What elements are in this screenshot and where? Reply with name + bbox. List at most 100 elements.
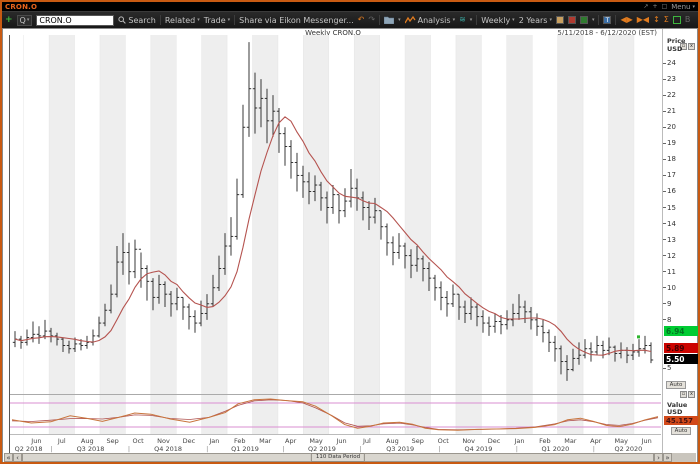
month-label: Oct [433,437,453,445]
chevron-down-icon[interactable]: ▾ [470,17,473,23]
search-label: Search [128,16,155,25]
chevron-down-icon: ▾ [549,17,552,23]
divider [379,15,380,25]
popout-icon[interactable]: ↗ [644,4,649,10]
quarter-separator: | [515,445,519,453]
chevron-down-icon: ▾ [512,17,515,23]
quarter-label: Q4 2019 [456,445,500,453]
quarter-separator: | [49,445,53,453]
price-axis-currency: USD [667,45,682,53]
plot-left-border [9,35,10,453]
current-price-dot [637,335,640,338]
quote-dropdown[interactable]: Q ▾ [17,15,33,26]
chart-style-icon[interactable] [568,16,576,24]
quarter-separator: | [127,445,131,453]
price-tick: 21 [663,107,676,115]
restore-icon[interactable]: ▫ [680,391,687,398]
redo-icon[interactable]: ↷ [368,16,375,24]
value-badge: 45.157 [664,416,698,425]
range-dropdown[interactable]: 2 Years ▾ [519,16,552,25]
interval-dropdown[interactable]: Weekly ▾ [481,16,514,25]
selection-icon[interactable] [673,16,681,24]
sum-icon[interactable]: Σ [664,16,669,24]
quarter-label: Q4 2018 [146,445,190,453]
chart-area: Weekly CRON.O 5/11/2018 - 6/12/2020 (EST… [2,28,698,464]
month-label: Feb [535,437,555,445]
month-label: Jan [510,437,530,445]
scroll-far-right-button[interactable]: » [663,453,672,462]
close-icon[interactable]: x [688,391,695,398]
window-title: CRON.O [5,3,37,11]
chevron-down-icon: ▾ [27,17,30,23]
add-symbol-icon[interactable]: + [5,15,13,25]
month-label: Apr [281,437,301,445]
price-tick: 19 [663,139,676,147]
month-label: Jun [332,437,352,445]
quarter-separator: | [437,445,441,453]
scroll-right-button[interactable]: › [654,453,663,462]
add-window-icon[interactable]: + [653,4,658,10]
price-tick: 18 [663,155,676,163]
value-axis-auto-button[interactable]: Auto [671,427,691,435]
price-and-indicator-plot[interactable] [9,35,661,435]
chevron-down-icon: ▾ [197,17,200,23]
price-tick: 15 [663,204,676,212]
overlays-icon[interactable]: ≋ [459,16,466,24]
price-badge-high: 6.94 [664,326,698,336]
range-label: 2 Years [519,16,548,25]
folder-icon[interactable] [384,16,394,24]
analysis-zigzag-icon [405,16,416,24]
quarter-label: Q2 2019 [300,445,344,453]
undo-icon[interactable]: ↶ [358,16,365,24]
eikon-chart-window: CRON.O ↗ + □ Menu ▾ + Q ▾ Search Rela [0,0,700,464]
month-label: Jun [26,437,46,445]
price-tick: 22 [663,91,676,99]
price-tick: 14 [663,220,676,228]
price-axis-auto-button[interactable]: Auto [666,381,686,389]
expand-horizontal-icon[interactable]: ◀▶ [620,16,632,24]
price-tick: 16 [663,187,676,195]
quote-label: Q [20,16,26,25]
price-tick: 12 [663,252,676,260]
price-badge-ma: 5.89 [664,343,698,353]
expand-vertical-icon[interactable]: ↕ [653,16,660,24]
analysis-button[interactable]: Analysis ▾ [405,16,455,25]
price-tick: 9 [663,300,671,308]
price-tick: 24 [663,59,676,67]
analysis-label: Analysis [418,16,451,25]
menu-button[interactable]: Menu ▾ [671,3,695,11]
quarter-separator: | [358,445,362,453]
window-icon[interactable]: □ [662,4,668,10]
calendar-icon[interactable] [556,16,564,24]
pane-controls-value: ▫ x [680,391,695,398]
scroll-far-left-button[interactable]: « [4,453,13,462]
trade-label: Trade [204,16,226,25]
chevron-down-icon[interactable]: ▾ [398,17,401,23]
close-icon[interactable]: x [688,43,695,50]
search-button[interactable]: Search [118,16,155,25]
trade-button[interactable]: Trade ▾ [204,16,230,25]
month-label: May [611,437,631,445]
scroll-left-button[interactable]: ‹ [13,453,22,462]
price-badge-last: 5.50 [664,354,698,364]
month-label: Mar [560,437,580,445]
chevron-down-icon[interactable]: ▾ [592,17,595,23]
compress-horizontal-icon[interactable]: ▶◀ [637,16,649,24]
scrollbar-corner [672,453,696,462]
add-series-icon[interactable] [580,16,588,24]
share-button[interactable]: Share via Eikon Messenger... [239,16,354,25]
related-button[interactable]: Related ▾ [165,16,200,25]
month-label: Jan [204,437,224,445]
month-label: Sep [408,437,428,445]
time-scrollbar[interactable]: « ‹ 110 Data Period › » [4,453,696,462]
price-tick: 5 [663,364,671,372]
symbol-input[interactable] [36,15,114,26]
month-label: Aug [77,437,97,445]
price-axis-label: Price [667,37,685,45]
price-tick: 10 [663,284,676,292]
price-tick: 8 [663,316,671,324]
price-tick: 20 [663,123,676,131]
text-annotation-icon[interactable]: T [603,16,611,24]
b-shortcut[interactable]: B [685,16,691,24]
scroll-thumb[interactable]: 110 Data Period [22,453,654,462]
